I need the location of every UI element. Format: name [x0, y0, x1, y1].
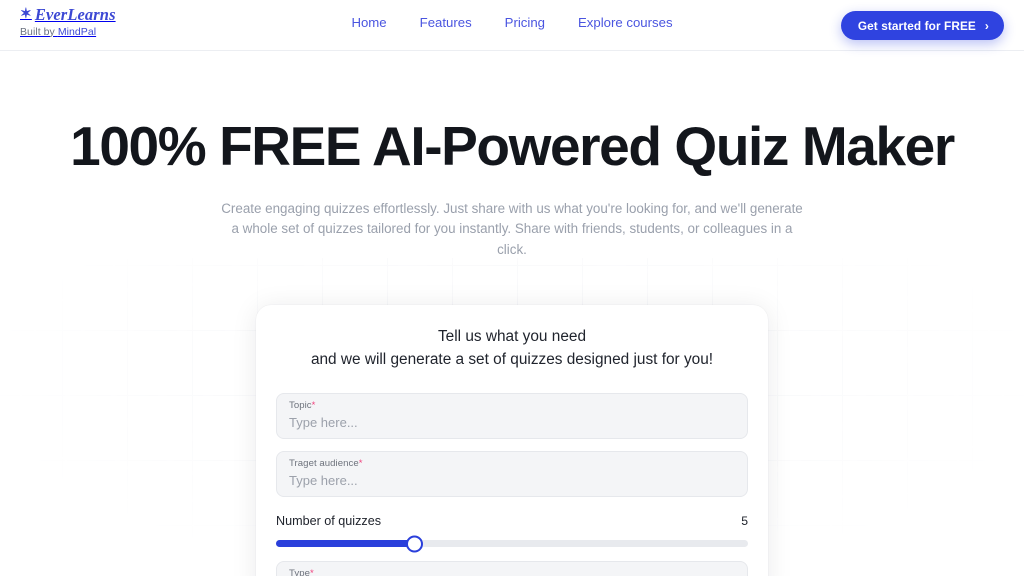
slider-fill [276, 540, 415, 548]
page-title: 100% FREE AI-Powered Quiz Maker [70, 115, 955, 177]
brand-tagline: Built by MindPal [20, 25, 116, 38]
target-audience-field-label: Traget audience* [289, 458, 735, 470]
brand-logo[interactable]: ✶ EverLearns Built by MindPal [20, 5, 116, 38]
type-label-text: Type [289, 568, 310, 576]
target-audience-label-text: Traget audience [289, 458, 359, 470]
hero-section: 100% FREE AI-Powered Quiz Maker Create e… [0, 51, 1024, 260]
nav-item-explore-courses[interactable]: Explore courses [578, 16, 673, 29]
required-asterisk-icon: * [311, 400, 316, 412]
brand-name: EverLearns [34, 5, 116, 24]
topic-label-text: Topic [289, 400, 312, 412]
number-of-quizzes-slider[interactable] [276, 535, 748, 553]
nav-item-home[interactable]: Home [351, 16, 386, 29]
topic-field-label: Topic* [289, 400, 735, 412]
form-fields: Topic* Traget audience* [276, 393, 748, 498]
topic-field[interactable]: Topic* [276, 393, 748, 440]
target-audience-input[interactable] [289, 472, 735, 488]
card-heading-line-2: and we will generate a set of quizzes de… [310, 351, 714, 369]
number-of-quizzes-label: Number of quizzes [276, 514, 381, 529]
slider-thumb-handle[interactable] [406, 535, 424, 553]
brand-wordmark: ✶ EverLearns [20, 5, 116, 24]
card-heading: Tell us what you need and we will genera… [276, 325, 748, 371]
get-started-button[interactable]: Get started for FREE › [840, 11, 1004, 40]
chevron-right-icon: › [984, 18, 989, 33]
topic-input[interactable] [289, 414, 735, 430]
hero-subtitle: Create engaging quizzes effortlessly. Ju… [221, 200, 803, 257]
required-asterisk-icon: * [310, 568, 314, 576]
type-select[interactable]: Type* mixed [276, 561, 748, 576]
number-of-quizzes-value: 5 [741, 514, 748, 529]
target-audience-field[interactable]: Traget audience* [276, 451, 748, 498]
type-select-label: Type* [289, 568, 713, 576]
quiz-generator-card: Tell us what you need and we will genera… [256, 305, 768, 576]
card-heading-line-1: Tell us what you need [437, 328, 586, 345]
required-asterisk-icon: * [358, 458, 363, 470]
brand-tagline-company: MindPal [57, 25, 97, 38]
get-started-label: Get started for FREE [857, 18, 976, 33]
slider-header: Number of quizzes 5 [276, 514, 748, 528]
main-navigation: Home Features Pricing Explore courses [351, 16, 672, 29]
brand-tagline-prefix: Built by [20, 25, 58, 38]
nav-item-pricing[interactable]: Pricing [505, 16, 545, 29]
number-of-quizzes-block: Number of quizzes 5 [276, 514, 748, 553]
site-header: ✶ EverLearns Built by MindPal Home Featu… [0, 0, 1024, 51]
nav-item-features[interactable]: Features [420, 16, 472, 29]
star-icon: ✶ [20, 7, 32, 23]
